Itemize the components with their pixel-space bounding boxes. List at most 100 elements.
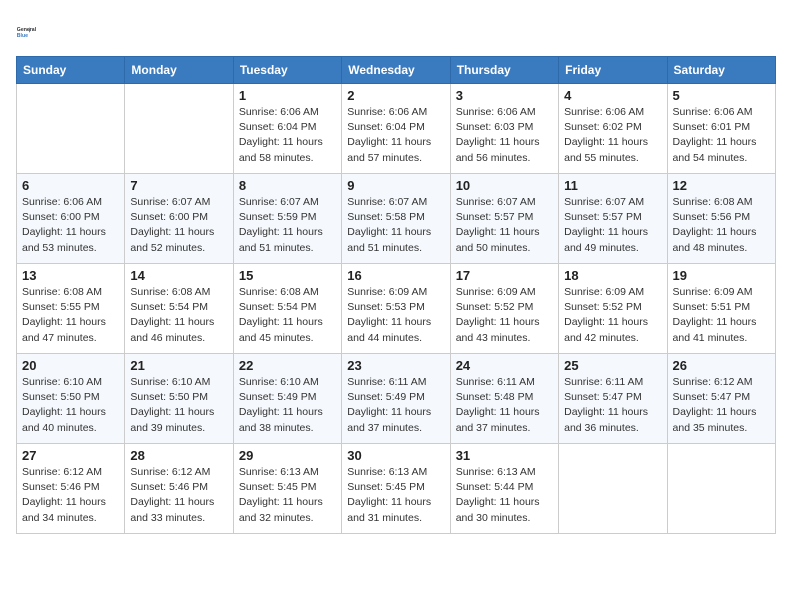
calendar-cell: 9Sunrise: 6:07 AMSunset: 5:58 PMDaylight… [342,174,450,264]
calendar-cell: 24 Sunrise: 6:11 AMSunset: 5:48 PMDayligh… [450,354,558,444]
calendar-cell: 30 Sunrise: 6:13 AMSunset: 5:45 PMDayligh… [342,444,450,534]
day-info: Sunrise: 6:11 AMSunset: 5:47 PMDaylight:… [564,375,661,436]
calendar-cell: 6Sunrise: 6:06 AMSunset: 6:00 PMDaylight… [17,174,125,264]
calendar-cell: 27 Sunrise: 6:12 AMSunset: 5:46 PMDayligh… [17,444,125,534]
calendar-cell: 7 Sunrise: 6:07 AMSunset: 6:00 PMDaylight… [125,174,233,264]
calendar-cell: 25Sunrise: 6:11 AMSunset: 5:47 PMDayligh… [559,354,667,444]
calendar-cell: 20 Sunrise: 6:10 AMSunset: 5:50 PMDayligh… [17,354,125,444]
calendar-cell: 4Sunrise: 6:06 AMSunset: 6:02 PMDaylight… [559,84,667,174]
day-number: 24 [456,358,553,373]
calendar-cell: 22 Sunrise: 6:10 AMSunset: 5:49 PMDayligh… [233,354,341,444]
calendar-cell [667,444,775,534]
day-info: Sunrise: 6:11 AMSunset: 5:49 PMDaylight:… [347,375,444,436]
calendar-week-1: 1 Sunrise: 6:06 AMSunset: 6:04 PMDaylight… [17,84,776,174]
calendar-cell: 12 Sunrise: 6:08 AMSunset: 5:56 PMDayligh… [667,174,775,264]
day-number: 17 [456,268,553,283]
day-number: 27 [22,448,119,463]
day-number: 29 [239,448,336,463]
calendar-cell: 23 Sunrise: 6:11 AMSunset: 5:49 PMDayligh… [342,354,450,444]
calendar-header: SundayMondayTuesdayWednesdayThursdayFrid… [17,57,776,84]
day-number: 7 [130,178,227,193]
calendar-week-3: 13Sunrise: 6:08 AMSunset: 5:55 PMDayligh… [17,264,776,354]
calendar-cell: 29Sunrise: 6:13 AMSunset: 5:45 PMDayligh… [233,444,341,534]
calendar-table: SundayMondayTuesdayWednesdayThursdayFrid… [16,56,776,534]
day-number: 4 [564,88,661,103]
calendar-cell: 14 Sunrise: 6:08 AMSunset: 5:54 PMDayligh… [125,264,233,354]
calendar-cell: 31 Sunrise: 6:13 AMSunset: 5:44 PMDayligh… [450,444,558,534]
day-info: Sunrise: 6:10 AMSunset: 5:49 PMDaylight:… [239,375,336,436]
day-info: Sunrise: 6:09 AMSunset: 5:51 PMDaylight:… [673,285,770,346]
day-number: 21 [130,358,227,373]
day-info: Sunrise: 6:12 AMSunset: 5:46 PMDaylight:… [130,465,227,526]
day-info: Sunrise: 6:13 AMSunset: 5:44 PMDaylight:… [456,465,553,526]
day-number: 26 [673,358,770,373]
day-info: Sunrise: 6:08 AMSunset: 5:54 PMDaylight:… [130,285,227,346]
day-number: 20 [22,358,119,373]
day-number: 1 [239,88,336,103]
calendar-week-5: 27 Sunrise: 6:12 AMSunset: 5:46 PMDayligh… [17,444,776,534]
day-number: 3 [456,88,553,103]
day-number: 14 [130,268,227,283]
day-number: 6 [22,178,119,193]
day-header-tuesday: Tuesday [233,57,341,84]
day-number: 22 [239,358,336,373]
calendar-cell [125,84,233,174]
calendar-cell: 15Sunrise: 6:08 AMSunset: 5:54 PMDayligh… [233,264,341,354]
day-info: Sunrise: 6:13 AMSunset: 5:45 PMDaylight:… [347,465,444,526]
svg-text:General: General [17,27,37,33]
day-number: 18 [564,268,661,283]
day-info: Sunrise: 6:07 AMSunset: 6:00 PMDaylight:… [130,195,227,256]
day-header-wednesday: Wednesday [342,57,450,84]
calendar-cell [559,444,667,534]
calendar-cell [17,84,125,174]
day-info: Sunrise: 6:07 AMSunset: 5:57 PMDaylight:… [456,195,553,256]
day-number: 8 [239,178,336,193]
logo-icon: General Blue [16,16,48,48]
day-info: Sunrise: 6:10 AMSunset: 5:50 PMDaylight:… [22,375,119,436]
day-number: 31 [456,448,553,463]
day-info: Sunrise: 6:06 AMSunset: 6:04 PMDaylight:… [347,105,444,166]
day-number: 11 [564,178,661,193]
day-number: 12 [673,178,770,193]
day-info: Sunrise: 6:11 AMSunset: 5:48 PMDaylight:… [456,375,553,436]
calendar-cell: 8 Sunrise: 6:07 AMSunset: 5:59 PMDaylight… [233,174,341,264]
calendar-cell: 3 Sunrise: 6:06 AMSunset: 6:03 PMDaylight… [450,84,558,174]
calendar-cell: 19Sunrise: 6:09 AMSunset: 5:51 PMDayligh… [667,264,775,354]
calendar-cell: 16 Sunrise: 6:09 AMSunset: 5:53 PMDayligh… [342,264,450,354]
calendar-week-2: 6Sunrise: 6:06 AMSunset: 6:00 PMDaylight… [17,174,776,264]
day-info: Sunrise: 6:06 AMSunset: 6:03 PMDaylight:… [456,105,553,166]
day-number: 23 [347,358,444,373]
calendar-cell: 17Sunrise: 6:09 AMSunset: 5:52 PMDayligh… [450,264,558,354]
day-number: 2 [347,88,444,103]
day-info: Sunrise: 6:07 AMSunset: 5:57 PMDaylight:… [564,195,661,256]
calendar-cell: 26 Sunrise: 6:12 AMSunset: 5:47 PMDayligh… [667,354,775,444]
day-number: 16 [347,268,444,283]
day-info: Sunrise: 6:06 AMSunset: 6:01 PMDaylight:… [673,105,770,166]
day-header-monday: Monday [125,57,233,84]
day-info: Sunrise: 6:12 AMSunset: 5:47 PMDaylight:… [673,375,770,436]
day-info: Sunrise: 6:07 AMSunset: 5:59 PMDaylight:… [239,195,336,256]
day-info: Sunrise: 6:08 AMSunset: 5:55 PMDaylight:… [22,285,119,346]
calendar-cell: 21 Sunrise: 6:10 AMSunset: 5:50 PMDayligh… [125,354,233,444]
day-header-friday: Friday [559,57,667,84]
calendar-cell: 1 Sunrise: 6:06 AMSunset: 6:04 PMDaylight… [233,84,341,174]
calendar-cell: 18Sunrise: 6:09 AMSunset: 5:52 PMDayligh… [559,264,667,354]
day-header-thursday: Thursday [450,57,558,84]
day-info: Sunrise: 6:06 AMSunset: 6:04 PMDaylight:… [239,105,336,166]
day-number: 10 [456,178,553,193]
calendar-cell: 28 Sunrise: 6:12 AMSunset: 5:46 PMDayligh… [125,444,233,534]
day-info: Sunrise: 6:10 AMSunset: 5:50 PMDaylight:… [130,375,227,436]
day-number: 5 [673,88,770,103]
day-number: 28 [130,448,227,463]
page-header: General Blue [16,16,776,48]
day-info: Sunrise: 6:08 AMSunset: 5:56 PMDaylight:… [673,195,770,256]
day-info: Sunrise: 6:07 AMSunset: 5:58 PMDaylight:… [347,195,444,256]
day-info: Sunrise: 6:12 AMSunset: 5:46 PMDaylight:… [22,465,119,526]
day-header-saturday: Saturday [667,57,775,84]
day-info: Sunrise: 6:08 AMSunset: 5:54 PMDaylight:… [239,285,336,346]
calendar-cell: 2 Sunrise: 6:06 AMSunset: 6:04 PMDaylight… [342,84,450,174]
day-number: 30 [347,448,444,463]
day-header-sunday: Sunday [17,57,125,84]
calendar-cell: 10 Sunrise: 6:07 AMSunset: 5:57 PMDayligh… [450,174,558,264]
day-info: Sunrise: 6:09 AMSunset: 5:53 PMDaylight:… [347,285,444,346]
